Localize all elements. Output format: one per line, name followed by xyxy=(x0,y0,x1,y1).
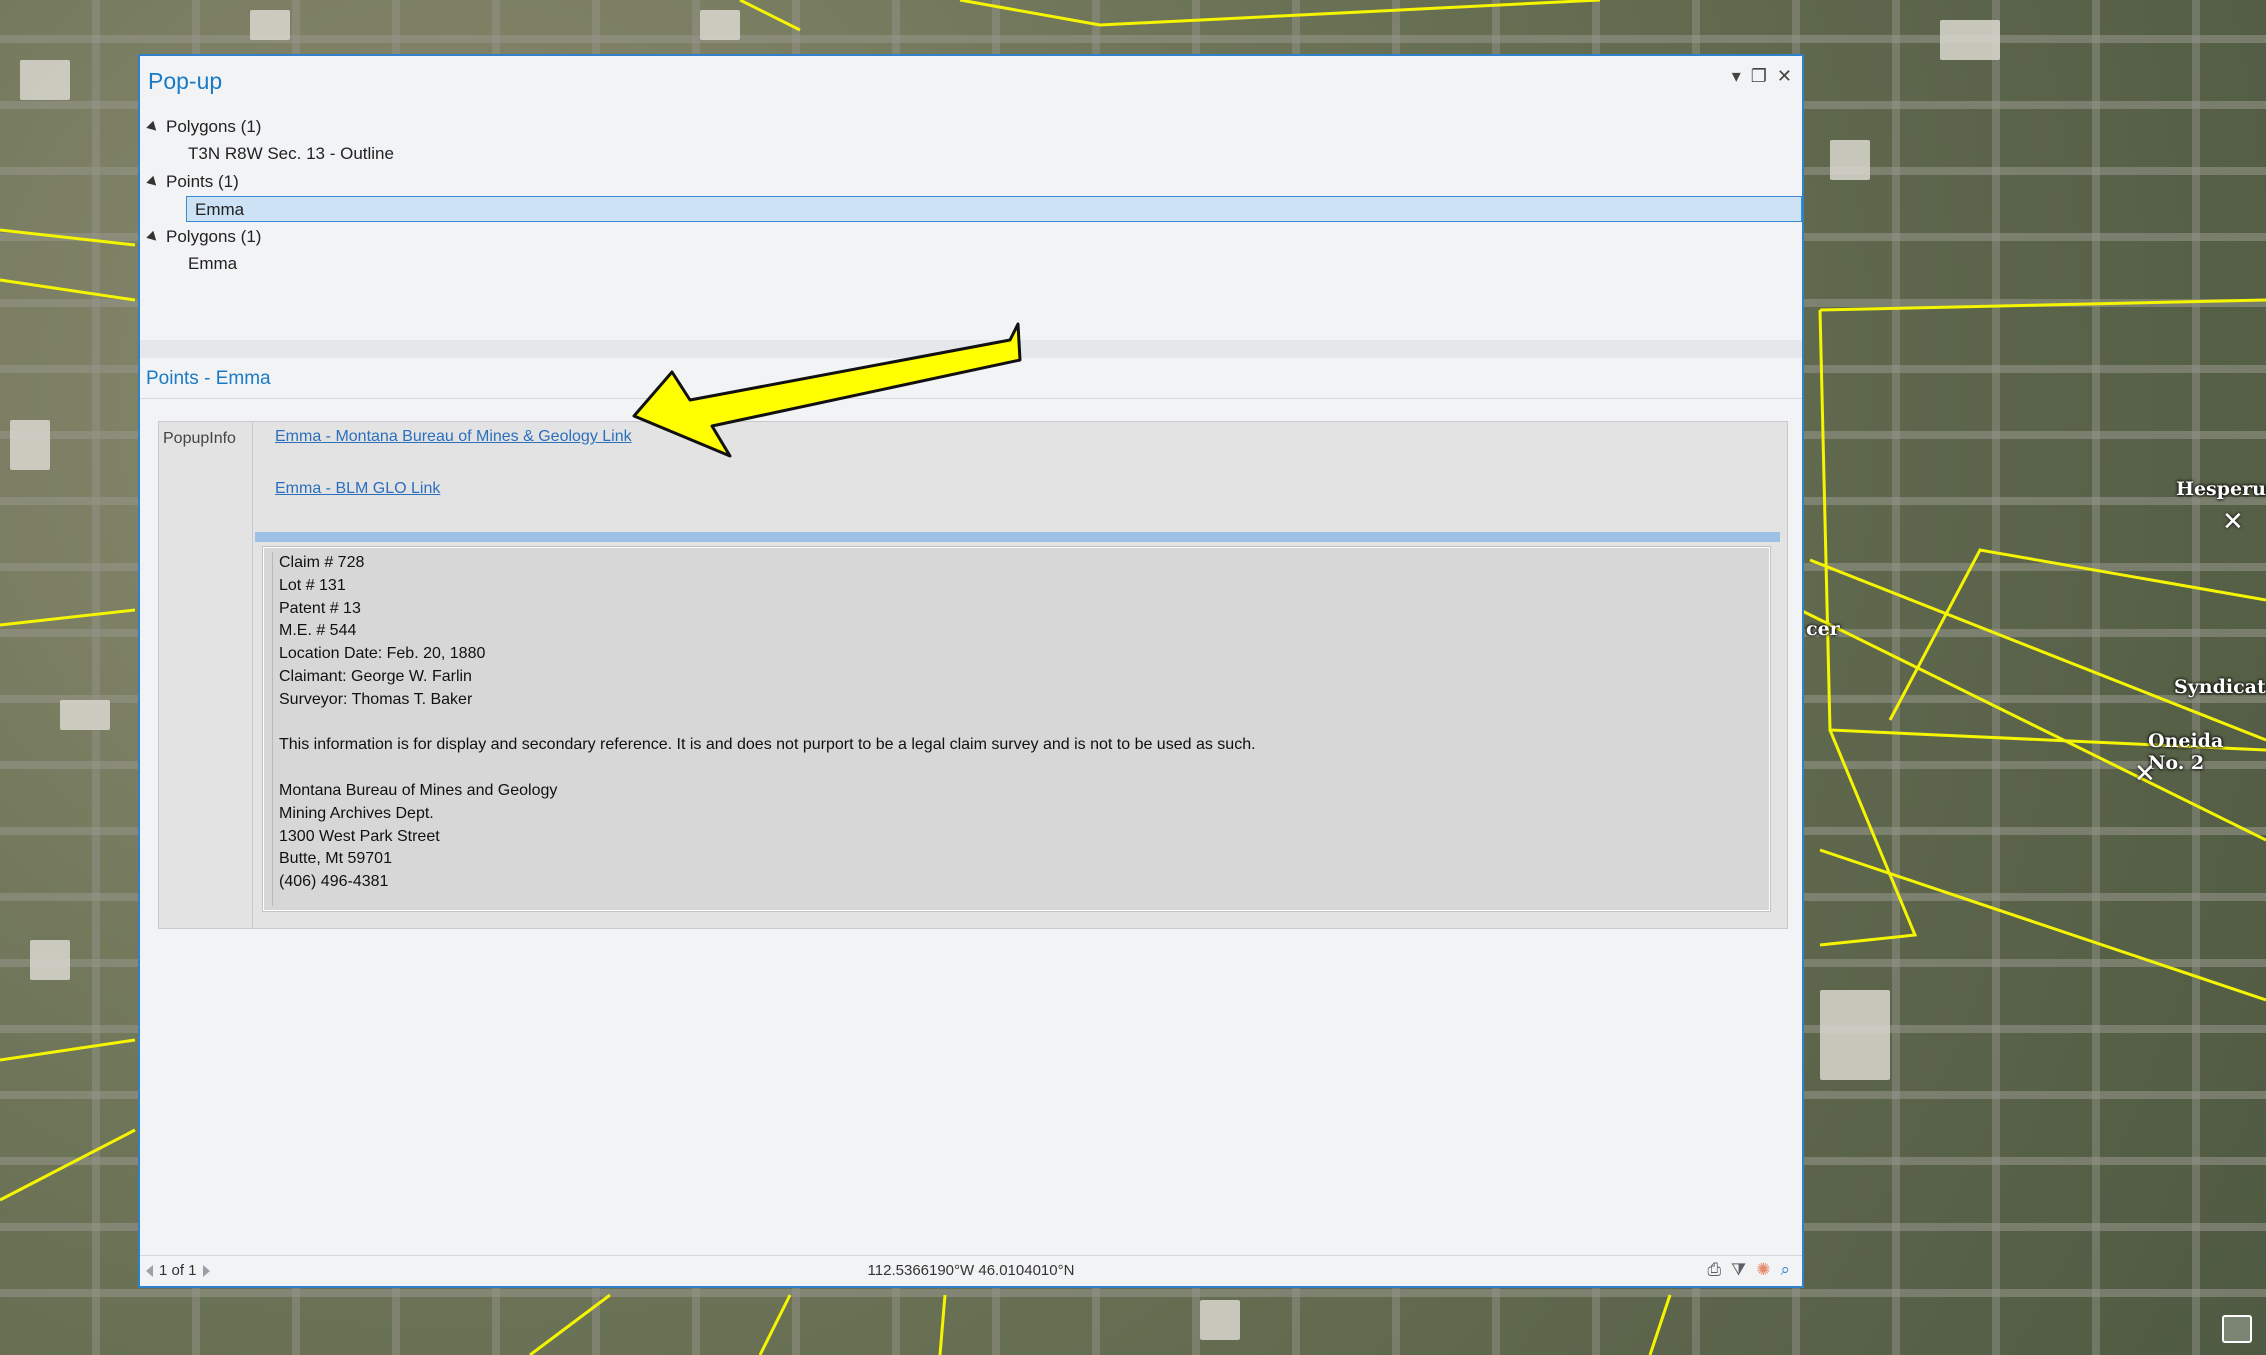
popup-title: Pop-up xyxy=(148,68,223,94)
claim-info-text: Claim # 728 Lot # 131 Patent # 13 M.E. # 54… xyxy=(272,552,1761,906)
tree-item-emma-point[interactable]: Emma xyxy=(186,196,1802,222)
info-line: Butte, Mt 59701 xyxy=(279,850,392,868)
info-line: Lot # 131 xyxy=(279,576,346,594)
maximize-icon[interactable]: ❐ xyxy=(1751,66,1767,87)
dropdown-icon[interactable]: ▾ xyxy=(1732,66,1741,87)
info-line: This information is for display and seco… xyxy=(279,736,1256,754)
map-label-oneida-no-2: Oneida No. 2 xyxy=(2148,730,2224,774)
info-line: Surveyor: Thomas T. Baker xyxy=(279,690,473,708)
tree-group-polygons-1[interactable]: Polygons (1) xyxy=(146,114,262,140)
mine-symbol-icon: ✕ xyxy=(2222,506,2244,536)
tree-item-label: Emma xyxy=(195,200,245,219)
coordinates-readout: 112.5366190°W 46.0104010°N xyxy=(867,1262,1075,1279)
window-controls: ▾ ❐ ✕ xyxy=(1732,66,1792,87)
info-line: Claim # 728 xyxy=(279,554,365,571)
tree-group-label: Polygons (1) xyxy=(166,227,262,246)
footer-tools: ⎙ ⧩ ✺ ⌕ xyxy=(1707,1260,1790,1280)
expand-triangle-icon[interactable] xyxy=(146,120,160,135)
map-label-hesperus: Hesperus xyxy=(2176,478,2266,500)
tree-group-points[interactable]: Points (1) xyxy=(146,169,239,195)
tree-item-label: Emma xyxy=(188,254,238,273)
claim-info-box: Claim # 728 Lot # 131 Patent # 13 M.E. # 54… xyxy=(262,546,1771,912)
info-header-bar xyxy=(255,532,1780,542)
section-title: Points - Emma xyxy=(146,368,271,389)
close-icon[interactable]: ✕ xyxy=(1777,66,1792,87)
expand-triangle-icon[interactable] xyxy=(146,175,160,190)
map-label-cer: cer xyxy=(1806,618,1840,640)
info-line: Location Date: Feb. 20, 1880 xyxy=(279,645,486,663)
field-label-popupinfo: PopupInfo xyxy=(159,422,253,928)
map-label-syndicate: Syndicate xyxy=(2174,676,2266,698)
popup-titlebar: Pop-up ▾ ❐ ✕ xyxy=(140,56,1802,110)
blm-glo-link[interactable]: Emma - BLM GLO Link xyxy=(275,480,440,498)
tree-group-label: Points (1) xyxy=(166,172,239,191)
info-line: Patent # 13 xyxy=(279,599,361,617)
yellow-arrow-annotation xyxy=(632,322,1022,458)
mine-symbol-icon: ✕ xyxy=(2134,758,2156,788)
tree-group-polygons-2[interactable]: Polygons (1) xyxy=(146,224,262,250)
info-line: M.E. # 544 xyxy=(279,622,357,640)
mbmg-link[interactable]: Emma - Montana Bureau of Mines & Geology… xyxy=(275,428,632,446)
info-line: (406) 496-4381 xyxy=(279,873,389,891)
map-corner-icon[interactable] xyxy=(2222,1315,2252,1343)
popup-footer: 1 of 1 112.5366190°W 46.0104010°N ⎙ ⧩ ✺ … xyxy=(140,1255,1802,1286)
expand-triangle-icon[interactable] xyxy=(146,230,160,245)
zoom-to-icon[interactable]: ⌕ xyxy=(1780,1260,1790,1280)
info-line: Mining Archives Dept. xyxy=(279,804,434,822)
filter-icon[interactable]: ⧩ xyxy=(1731,1260,1746,1280)
tree-item-label: T3N R8W Sec. 13 - Outline xyxy=(188,144,394,163)
tree-item-sec13-outline[interactable]: T3N R8W Sec. 13 - Outline xyxy=(188,141,394,167)
flash-icon[interactable]: ✺ xyxy=(1756,1260,1770,1280)
tree-item-emma-polygon[interactable]: Emma xyxy=(188,251,237,277)
popup-window: Pop-up ▾ ❐ ✕ Polygons (1) T3N R8W Sec. 1… xyxy=(138,54,1804,1288)
info-line: Montana Bureau of Mines and Geology xyxy=(279,781,558,799)
info-line: Claimant: George W. Farlin xyxy=(279,667,472,685)
info-line: 1300 West Park Street xyxy=(279,827,440,845)
popup-info-panel: PopupInfo Emma - Montana Bureau of Mines… xyxy=(158,421,1788,929)
print-icon[interactable]: ⎙ xyxy=(1707,1260,1721,1280)
tree-group-label: Polygons (1) xyxy=(166,117,262,136)
